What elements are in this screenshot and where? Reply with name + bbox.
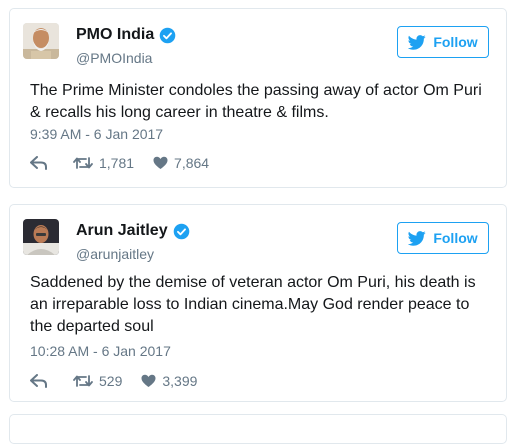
- retweet-button[interactable]: 529: [73, 373, 122, 389]
- tweet-timestamp[interactable]: 9:39 AM - 6 Jan 2017: [30, 126, 163, 142]
- reply-icon: [30, 374, 47, 388]
- reply-icon: [30, 156, 47, 170]
- like-button[interactable]: 3,399: [141, 373, 197, 389]
- tweet-text: Saddened by the demise of veteran actor …: [30, 274, 476, 335]
- tweet-text: The Prime Minister condoles the passing …: [30, 82, 482, 121]
- account-handle[interactable]: @PMOIndia: [76, 50, 152, 66]
- account-name[interactable]: Arun Jaitley: [76, 222, 168, 240]
- like-button[interactable]: 7,864: [153, 155, 209, 171]
- avatar[interactable]: [23, 23, 59, 59]
- like-count: 3,399: [162, 373, 198, 389]
- tweet-timestamp[interactable]: 10:28 AM - 6 Jan 2017: [30, 343, 171, 359]
- tweet-actions: 1,781 7,864: [30, 155, 209, 171]
- avatar[interactable]: [23, 219, 59, 255]
- follow-label: Follow: [433, 230, 478, 246]
- heart-icon: [141, 374, 156, 387]
- tweet-card: [9, 414, 507, 444]
- twitter-bird-icon: [408, 230, 427, 246]
- heart-icon: [153, 156, 168, 169]
- retweet-button[interactable]: 1,781: [73, 155, 134, 171]
- follow-label: Follow: [433, 34, 478, 50]
- tweet-card: Arun Jaitley @arunjaitley Follow Saddene…: [9, 204, 507, 402]
- verified-badge-icon: [173, 223, 189, 239]
- reply-button[interactable]: [30, 374, 48, 388]
- account-handle[interactable]: @arunjaitley: [76, 246, 154, 262]
- retweet-icon: [73, 157, 93, 169]
- follow-button[interactable]: Follow: [397, 26, 489, 58]
- account-name[interactable]: PMO India: [76, 26, 154, 44]
- twitter-bird-icon: [408, 34, 427, 50]
- reply-button[interactable]: [30, 156, 48, 170]
- retweet-count: 529: [99, 373, 123, 389]
- verified-badge-icon: [159, 27, 176, 43]
- follow-button[interactable]: Follow: [397, 222, 489, 254]
- retweet-count: 1,781: [99, 155, 135, 171]
- like-count: 7,864: [174, 155, 210, 171]
- tweet-actions: 529 3,399: [30, 373, 197, 389]
- retweet-icon: [73, 375, 93, 387]
- tweet-card: PMO India @PMOIndia Follow The Prime Min…: [9, 8, 507, 188]
